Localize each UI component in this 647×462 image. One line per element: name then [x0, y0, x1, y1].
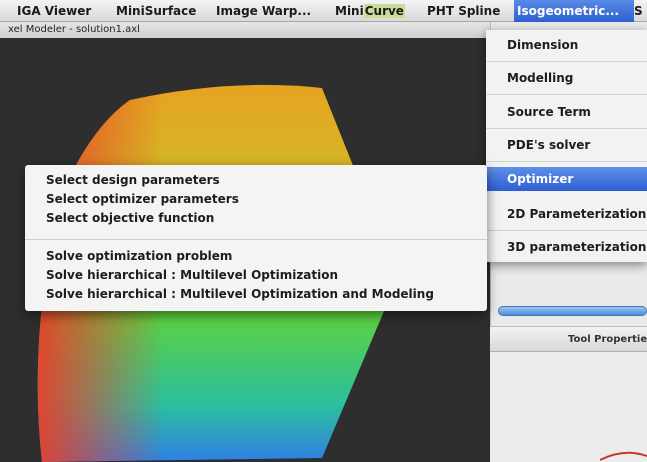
menu-item-dimension[interactable]: Dimension [486, 33, 647, 57]
submenu-solve-optimization[interactable]: Solve optimization problem [46, 247, 232, 265]
tool-properties-header: Tool Properties [490, 326, 647, 352]
menu-divider [486, 94, 647, 95]
window-title: xel Modeler - solution1.axl [0, 22, 490, 38]
menu-minicurve[interactable]: MiniCurve [332, 0, 408, 22]
menu-isogeometric[interactable]: Isogeometric... [514, 0, 634, 22]
menu-iga-viewer[interactable]: IGA Viewer [14, 0, 94, 22]
menu-pht-spline[interactable]: PHT Spline [424, 0, 503, 22]
submenu-select-objective-function[interactable]: Select objective function [46, 209, 214, 227]
curve-preview-icon [600, 451, 647, 461]
tool-properties-body [490, 352, 647, 462]
menu-minicurve-highlight: Curve [363, 4, 405, 18]
menu-truncated-s[interactable]: S [634, 0, 647, 22]
submenu-select-optimizer-parameters[interactable]: Select optimizer parameters [46, 190, 239, 208]
submenu-solve-multilevel-modeling[interactable]: Solve hierarchical : Multilevel Optimiza… [46, 285, 434, 303]
isogeometric-dropdown: Dimension Modelling Source Term PDE's so… [486, 30, 647, 262]
menu-item-source-term[interactable]: Source Term [486, 100, 647, 124]
menu-item-modelling[interactable]: Modelling [486, 66, 647, 90]
optimizer-submenu: Select design parameters Select optimize… [25, 165, 487, 311]
submenu-solve-multilevel[interactable]: Solve hierarchical : Multilevel Optimiza… [46, 266, 338, 284]
menu-item-2d-parameterization[interactable]: 2D Parameterization [486, 202, 647, 226]
menu-divider [486, 128, 647, 129]
menu-item-optimizer[interactable]: Optimizer [486, 167, 647, 191]
menu-divider [486, 230, 647, 231]
menu-minicurve-prefix: Mini [335, 4, 364, 18]
menu-divider [486, 161, 647, 162]
app-menubar: IGA Viewer MiniSurface Image Warp... Min… [0, 0, 647, 22]
progress-bar [498, 306, 647, 316]
menu-image-warp[interactable]: Image Warp... [213, 0, 314, 22]
menu-item-3d-parameterization[interactable]: 3D parameterization [486, 235, 647, 259]
menu-divider [486, 61, 647, 62]
submenu-select-design-parameters[interactable]: Select design parameters [46, 171, 220, 189]
submenu-divider [25, 239, 487, 240]
menu-item-pde-solver[interactable]: PDE's solver [486, 133, 647, 157]
menu-minisurface[interactable]: MiniSurface [113, 0, 199, 22]
